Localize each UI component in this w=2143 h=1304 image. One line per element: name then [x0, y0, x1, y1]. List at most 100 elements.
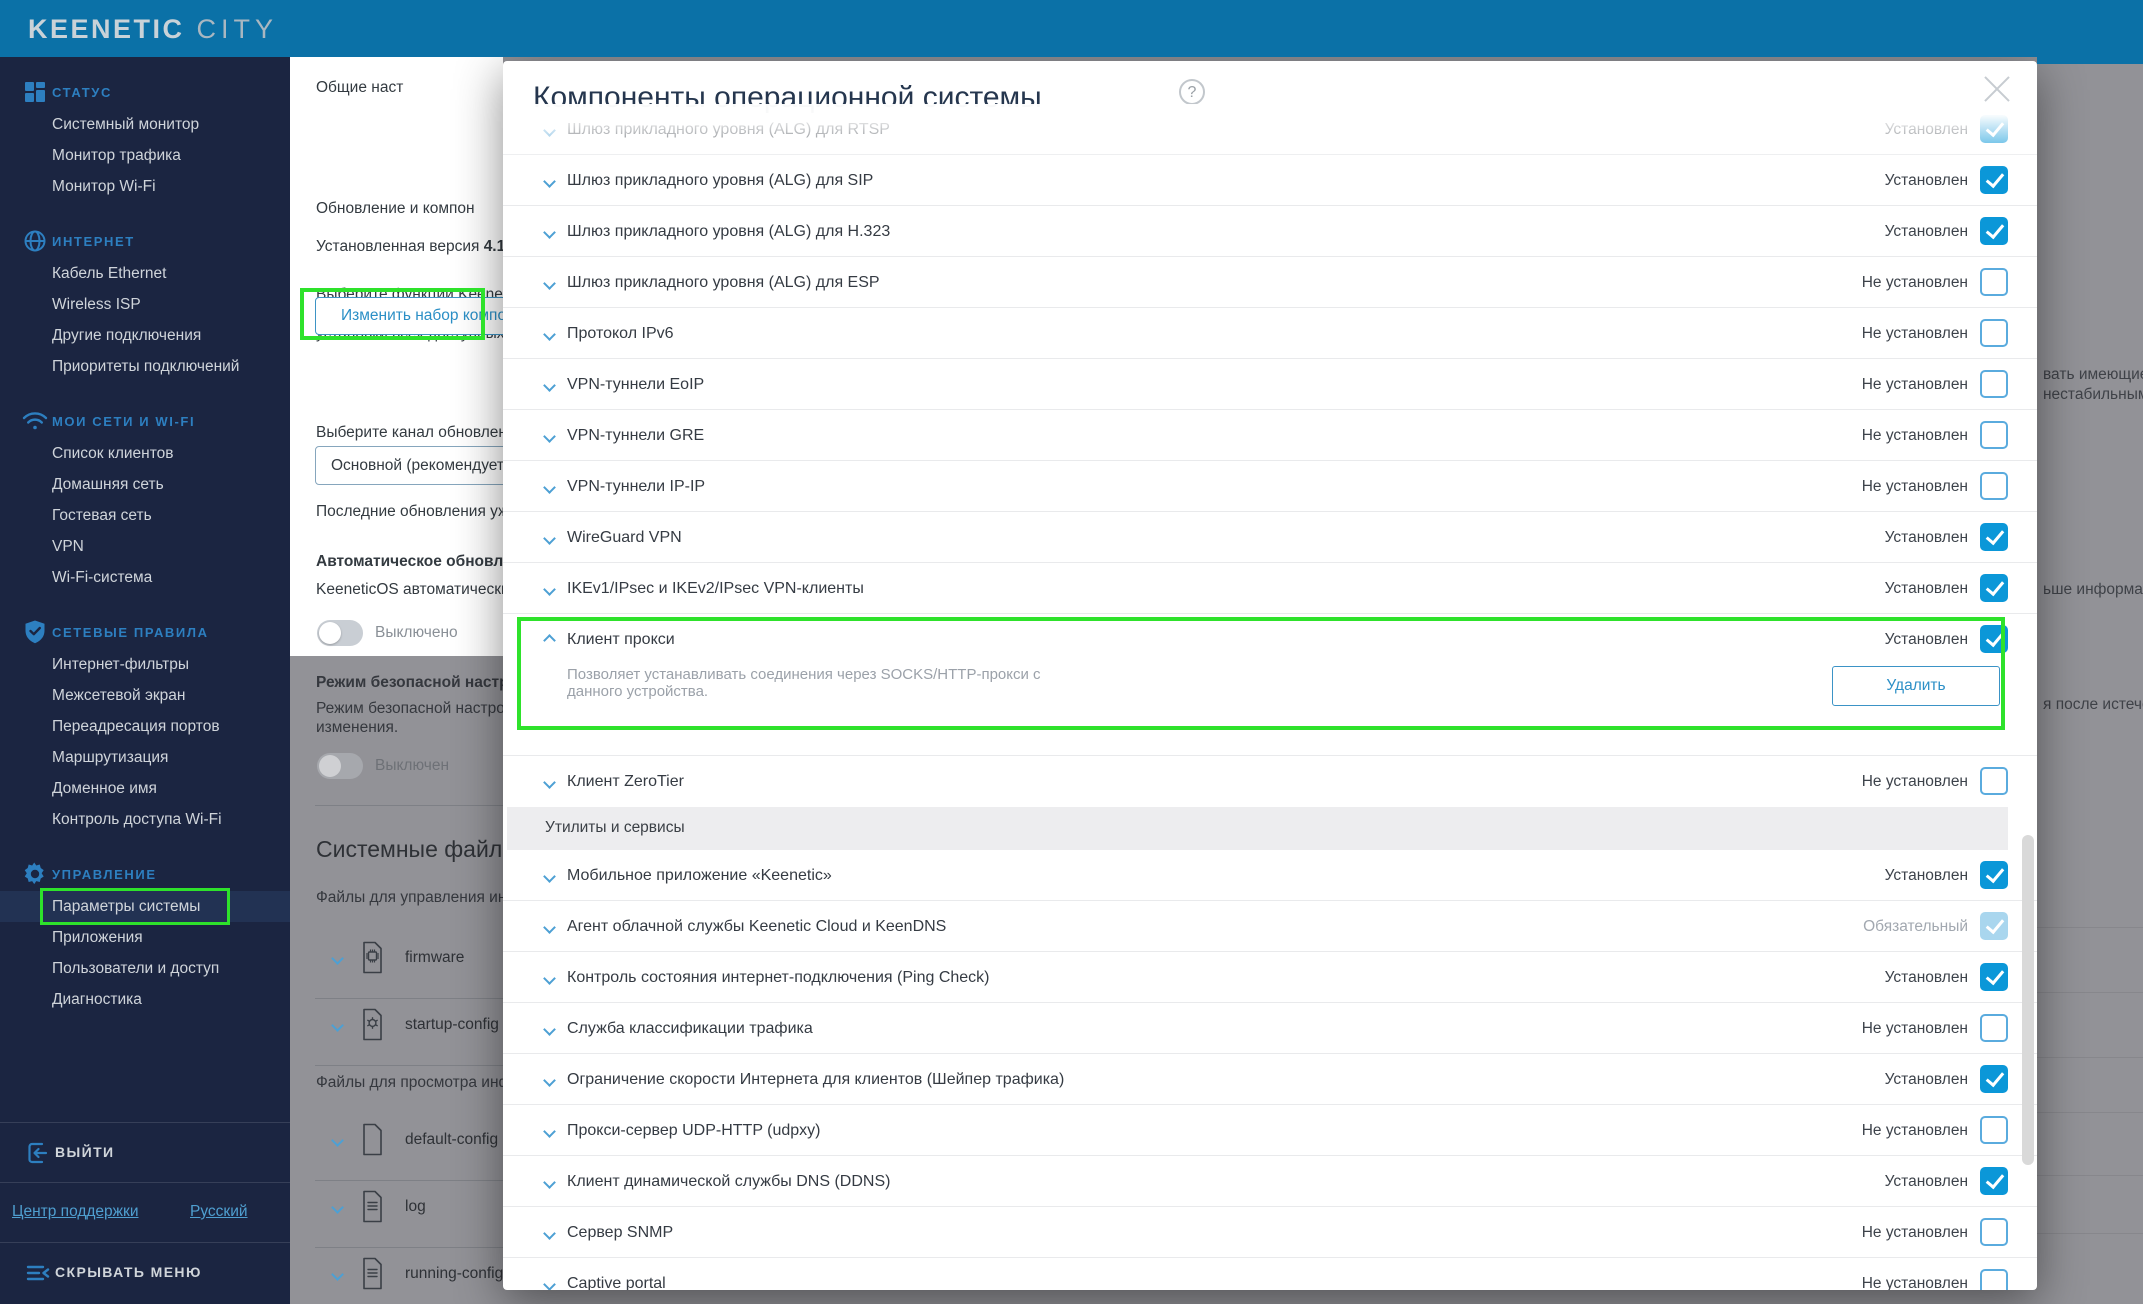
component-checkbox[interactable] — [1980, 963, 2008, 991]
component-row-header[interactable]: Captive portal Не установлен — [503, 1258, 2037, 1290]
component-row-header[interactable]: Мобильное приложение «Keenetic» Установле… — [503, 850, 2037, 901]
sidebar-item[interactable]: Wireless ISP — [0, 289, 290, 320]
file-row-running-config[interactable]: running-config — [290, 1244, 503, 1304]
component-checkbox[interactable] — [1980, 1269, 2008, 1290]
sidebar-item[interactable]: Системный монитор — [0, 109, 290, 140]
component-row-header[interactable]: Шлюз прикладного уровня (ALG) для H.323 У… — [503, 206, 2037, 257]
component-status: Установлен — [1884, 121, 1968, 138]
component-checkbox[interactable] — [1980, 217, 2008, 245]
safe-mode-toggle[interactable] — [317, 753, 363, 779]
component-row-header[interactable]: Агент облачной службы Keenetic Cloud и K… — [503, 901, 2037, 952]
help-icon[interactable]: ? — [1179, 79, 1205, 105]
component-checkbox[interactable] — [1980, 1014, 2008, 1042]
file-row-startup-config[interactable]: startup-config — [290, 995, 503, 1059]
component-status: Установлен — [1884, 1071, 1968, 1088]
close-icon[interactable] — [1981, 73, 2013, 105]
support-link[interactable]: Центр поддержки — [12, 1203, 138, 1221]
component-label: Клиент ZeroTier — [567, 773, 684, 790]
remove-component-button[interactable]: Удалить — [1832, 666, 2000, 706]
component-checkbox[interactable] — [1980, 370, 2008, 398]
sidebar-item[interactable]: Wi-Fi-система — [0, 562, 290, 593]
component-status: Не установлен — [1861, 274, 1968, 291]
component-row-header[interactable]: Протокол IPv6 Не установлен — [503, 308, 2037, 359]
sidebar-item[interactable]: Монитор Wi-Fi — [0, 171, 290, 202]
sidebar-item[interactable]: Маршрутизация — [0, 742, 290, 773]
component-label: Captive portal — [567, 1275, 666, 1290]
sidebar-item[interactable]: Домашняя сеть — [0, 469, 290, 500]
component-status: Не установлен — [1861, 376, 1968, 393]
component-checkbox[interactable] — [1980, 625, 2008, 653]
component-row-header[interactable]: Шлюз прикладного уровня (ALG) для RTSP Ус… — [503, 104, 2037, 155]
update-channel-select[interactable]: Основной (рекомендуется) — [315, 446, 503, 485]
sidebar-item[interactable]: Другие подключения — [0, 320, 290, 351]
component-row-header[interactable]: Прокси-сервер UDP-HTTP (udpxy) Не установ… — [503, 1105, 2037, 1156]
component-checkbox[interactable] — [1980, 1218, 2008, 1246]
component-row-header[interactable]: VPN-туннели GRE Не установлен — [503, 410, 2037, 461]
sidebar-section-label: СТАТУС — [52, 85, 112, 100]
component-status: Установлен — [1884, 969, 1968, 986]
auto-update-toggle[interactable] — [317, 620, 363, 646]
component-row-header[interactable]: Клиент динамической службы DNS (DDNS) Уст… — [503, 1156, 2037, 1207]
language-link[interactable]: Русский — [190, 1203, 248, 1221]
component-checkbox[interactable] — [1980, 115, 2008, 143]
component-label: Агент облачной службы Keenetic Cloud и K… — [567, 918, 947, 935]
component-row-header[interactable]: VPN-туннели IP-IP Не установлен — [503, 461, 2037, 512]
component-row-header[interactable]: IKEv1/IPsec и IKEv2/IPsec VPN-клиенты Уст… — [503, 563, 2037, 614]
sidebar-item[interactable]: Параметры системы — [0, 888, 290, 925]
component-row-header[interactable]: VPN-туннели EoIP Не установлен — [503, 359, 2037, 410]
component-row-header[interactable]: Сервер SNMP Не установлен — [503, 1207, 2037, 1258]
sidebar-item[interactable]: Приложения — [0, 922, 290, 953]
component-row-header[interactable]: Шлюз прикладного уровня (ALG) для ESP Не … — [503, 257, 2037, 308]
component-checkbox[interactable] — [1980, 574, 2008, 602]
component-checkbox[interactable] — [1980, 421, 2008, 449]
sidebar-section-label: МОИ СЕТИ И WI-FI — [52, 414, 196, 429]
component-label: VPN-туннели EoIP — [567, 376, 705, 393]
sidebar-item[interactable]: Интернет-фильтры — [0, 649, 290, 680]
sidebar-item[interactable]: Монитор трафика — [0, 140, 290, 171]
component-checkbox[interactable] — [1980, 861, 2008, 889]
component-checkbox[interactable] — [1980, 268, 2008, 296]
sidebar-item[interactable]: Приоритеты подключений — [0, 351, 290, 382]
component-checkbox[interactable] — [1980, 1167, 2008, 1195]
component-row-header[interactable]: Ограничение скорости Интернета для клиен… — [503, 1054, 2037, 1105]
component-row-header[interactable]: WireGuard VPN Установлен — [503, 512, 2037, 563]
component-label: Контроль состояния интернет-подключения … — [567, 969, 990, 986]
sidebar-item[interactable]: Пользователи и доступ — [0, 953, 290, 984]
sidebar-item[interactable]: Гостевая сеть — [0, 500, 290, 531]
sidebar-item[interactable]: Доменное имя — [0, 773, 290, 804]
component-checkbox[interactable] — [1980, 1065, 2008, 1093]
component-checkbox[interactable] — [1980, 319, 2008, 347]
chevron-down-icon — [543, 532, 556, 545]
component-row-header[interactable]: Служба классификации трафика Не установле… — [503, 1003, 2037, 1054]
change-components-button[interactable]: Изменить набор компоне — [315, 297, 503, 335]
sidebar-item[interactable]: Межсетевой экран — [0, 680, 290, 711]
file-row-firmware[interactable]: firmware — [290, 928, 503, 992]
sidebar-item[interactable]: VPN — [0, 531, 290, 562]
component-checkbox[interactable] — [1980, 767, 2008, 795]
component-row-header[interactable]: Клиент ZeroTier Не установлен — [503, 756, 2037, 807]
file-row-default-config[interactable]: default-config — [290, 1110, 503, 1174]
component-row-header[interactable]: Шлюз прикладного уровня (ALG) для SIP Уст… — [503, 155, 2037, 206]
logout-button[interactable]: ВЫЙТИ — [0, 1122, 290, 1182]
component-row-header[interactable]: Клиент прокси Установлен — [503, 614, 2037, 665]
component-row-header[interactable]: Контроль состояния интернет-подключения … — [503, 952, 2037, 1003]
component-checkbox[interactable] — [1980, 1116, 2008, 1144]
file-row-log[interactable]: log — [290, 1177, 503, 1241]
component-checkbox[interactable] — [1980, 523, 2008, 551]
sidebar-item[interactable]: Контроль доступа Wi-Fi — [0, 804, 290, 835]
component-checkbox[interactable] — [1980, 472, 2008, 500]
sidebar-footer: ВЫЙТИ Центр поддержки Русский СКРЫВАТЬ М… — [0, 1122, 290, 1304]
sidebar-item[interactable]: Диагностика — [0, 984, 290, 1015]
divider — [2037, 1233, 2143, 1234]
component-status: Установлен — [1884, 172, 1968, 189]
chevron-up-icon — [543, 634, 556, 647]
modal-scrollbar-thumb[interactable] — [2022, 835, 2034, 1165]
component-row: Шлюз прикладного уровня (ALG) для RTSP Ус… — [503, 104, 2037, 155]
sidebar-item[interactable]: Переадресация портов — [0, 711, 290, 742]
sidebar-item[interactable]: Список клиентов — [0, 438, 290, 469]
sidebar-section-label: СЕТЕВЫЕ ПРАВИЛА — [52, 625, 209, 640]
component-row: Контроль состояния интернет-подключения … — [503, 952, 2037, 1003]
component-checkbox[interactable] — [1980, 166, 2008, 194]
sidebar-item[interactable]: Кабель Ethernet — [0, 258, 290, 289]
collapse-menu-button[interactable]: СКРЫВАТЬ МЕНЮ — [0, 1242, 290, 1304]
